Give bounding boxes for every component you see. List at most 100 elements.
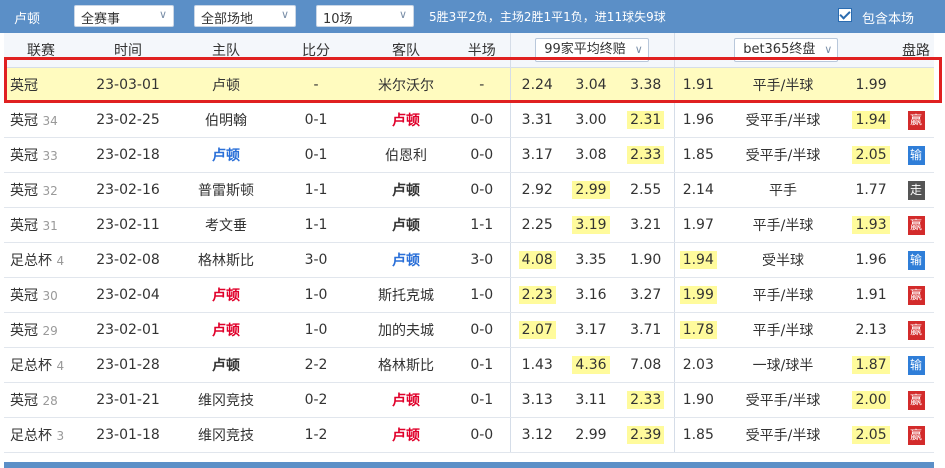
round-number: 4 <box>56 254 65 268</box>
away-team[interactable]: 卢顿 <box>392 428 420 444</box>
odds-value: 3.11 <box>575 392 607 408</box>
home-water-cell: 1.78 <box>674 312 723 348</box>
competition-select[interactable]: 全赛事 ∨ <box>74 5 174 27</box>
away-cell: 米尔沃尔 <box>358 67 454 103</box>
include-current-checkbox[interactable] <box>838 8 852 22</box>
home-team[interactable]: 伯明翰 <box>205 113 247 129</box>
away-team[interactable]: 加的夫城 <box>378 323 434 339</box>
odds-company-select[interactable]: 99家平均终赔 ∨ <box>535 38 649 62</box>
odds-cell: 2.33 <box>618 137 675 173</box>
current-match-row[interactable]: 英冠 23-03-01 卢顿 - 米尔沃尔 - 2.24 3.04 3.38 1.91 平手/半球 1… <box>4 67 935 103</box>
away-cell: 斯托克城 <box>358 277 454 313</box>
home-water-cell: 1.85 <box>674 417 723 453</box>
away-water: 1.96 <box>855 252 887 268</box>
table-row[interactable]: 英冠 32 23-02-16 普雷斯顿 1-1 卢顿 0-0 2.92 2.99 2.55 2.1… <box>4 172 935 208</box>
half-score: 0-0 <box>470 427 494 443</box>
home-team[interactable]: 考文垂 <box>205 218 247 234</box>
home-water: 1.85 <box>682 147 714 163</box>
away-team[interactable]: 卢顿 <box>392 113 420 129</box>
away-team[interactable]: 卢顿 <box>392 183 420 199</box>
home-water-cell: 2.03 <box>674 347 723 383</box>
table-row[interactable]: 英冠 30 23-02-04 卢顿 1-0 斯托克城 1-0 2.23 3.16 3.27 1.9… <box>4 277 935 313</box>
table-row[interactable]: 足总杯 4 23-01-28 卢顿 2-2 格林斯比 0-1 1.43 4.36 7.08 2.0… <box>4 347 935 383</box>
away-water-cell: 1.96 <box>844 242 899 278</box>
footer-bar <box>4 462 934 468</box>
odds-cell: 3.11 <box>564 382 618 418</box>
home-water-cell: 2.14 <box>674 172 723 208</box>
result-cell: 赢 <box>898 312 935 348</box>
league-cell: 足总杯 3 <box>4 417 78 453</box>
away-team[interactable]: 伯恩利 <box>385 148 427 164</box>
away-water-cell: 1.77 <box>844 172 899 208</box>
odds-cell: 3.27 <box>618 277 675 313</box>
away-cell: 卢顿 <box>358 382 454 418</box>
include-current-label[interactable]: 包含本场 <box>862 8 914 27</box>
handicap-line: 平手/半球 <box>752 218 814 234</box>
round-number: 29 <box>42 324 58 338</box>
table-row[interactable]: 英冠 28 23-01-21 维冈竞技 0-2 卢顿 0-1 3.13 3.11 2.33 1.9… <box>4 382 935 418</box>
match-date: 23-02-08 <box>96 252 160 268</box>
half-cell: 0-1 <box>454 382 511 418</box>
chevron-down-icon: ∨ <box>280 8 289 21</box>
home-team[interactable]: 格林斯比 <box>198 253 254 269</box>
home-team[interactable]: 维冈竞技 <box>198 393 254 409</box>
odds-value: 2.24 <box>521 77 553 93</box>
odds-value: 4.08 <box>518 251 556 269</box>
table-row[interactable]: 足总杯 3 23-01-18 维冈竞技 1-2 卢顿 0-0 3.12 2.99 2.39 1.8… <box>4 417 935 453</box>
league-name: 足总杯 <box>10 253 52 269</box>
home-team[interactable]: 卢顿 <box>212 288 240 304</box>
home-water: 1.99 <box>679 286 717 304</box>
handicap-line: 平手/半球 <box>752 78 814 94</box>
table-row[interactable]: 足总杯 4 23-02-08 格林斯比 3-0 卢顿 3-0 4.08 3.35 1.90 1.9… <box>4 242 935 278</box>
match-count-select[interactable]: 10场 ∨ <box>316 5 414 27</box>
odds-value: 3.71 <box>630 322 662 338</box>
odds-cell: 3.35 <box>564 242 618 278</box>
home-water: 2.14 <box>682 182 714 198</box>
handicap-cell: 受平手/半球 <box>722 102 845 138</box>
odds-value: 3.08 <box>575 147 607 163</box>
home-cell: 考文垂 <box>178 207 274 243</box>
away-team[interactable]: 格林斯比 <box>378 358 434 374</box>
odds-cell: 3.00 <box>564 102 618 138</box>
match-date: 23-03-01 <box>96 77 160 93</box>
table-row[interactable]: 英冠 34 23-02-25 伯明翰 0-1 卢顿 0-0 3.31 3.00 2.31 1.96… <box>4 102 935 138</box>
result-badge: 输 <box>907 355 925 375</box>
odds-cell: 1.43 <box>510 347 564 383</box>
odds-cell: 2.24 <box>510 67 564 103</box>
date-cell: 23-02-16 <box>78 172 178 208</box>
table-row[interactable]: 英冠 31 23-02-11 考文垂 1-1 卢顿 1-1 2.25 3.19 3.21 1.97… <box>4 207 935 243</box>
away-team[interactable]: 卢顿 <box>392 393 420 409</box>
away-team[interactable]: 米尔沃尔 <box>378 78 434 94</box>
odds-cell: 2.99 <box>564 172 618 208</box>
handicap-cell: 平手 <box>722 172 845 208</box>
odds-value: 2.23 <box>518 286 556 304</box>
venue-select[interactable]: 全部场地 ∨ <box>194 5 296 27</box>
league-name: 英冠 <box>10 78 38 94</box>
away-water: 1.93 <box>852 216 890 234</box>
home-water-cell: 1.97 <box>674 207 723 243</box>
odds-value: 7.08 <box>630 357 662 373</box>
away-team[interactable]: 卢顿 <box>392 218 420 234</box>
away-team[interactable]: 斯托克城 <box>378 288 434 304</box>
away-team[interactable]: 卢顿 <box>392 253 420 269</box>
round-number: 3 <box>56 429 65 443</box>
home-team[interactable]: 卢顿 <box>212 148 240 164</box>
away-water: 1.87 <box>852 356 890 374</box>
odds-cell: 7.08 <box>618 347 675 383</box>
bet-company-select[interactable]: bet365终盘 ∨ <box>734 38 839 62</box>
home-team[interactable]: 卢顿 <box>212 78 240 94</box>
half-score: 0-1 <box>470 357 494 373</box>
score-cell: 1-0 <box>274 312 358 348</box>
odds-cell: 1.90 <box>618 242 675 278</box>
handicap-cell: 受平手/半球 <box>722 382 845 418</box>
home-team[interactable]: 卢顿 <box>212 323 240 339</box>
filter-toolbar: 卢顿 全赛事 ∨ 全部场地 ∨ 10场 ∨ 5胜3平2负，主场2胜1平1负，进1… <box>0 0 945 33</box>
table-row[interactable]: 英冠 29 23-02-01 卢顿 1-0 加的夫城 0-0 2.07 3.17 3.71 1.7… <box>4 312 935 348</box>
table-row[interactable]: 英冠 33 23-02-18 卢顿 0-1 伯恩利 0-0 3.17 3.08 2.33 1.85… <box>4 137 935 173</box>
home-team[interactable]: 维冈竞技 <box>198 428 254 444</box>
venue-select-value: 全部场地 <box>201 12 254 27</box>
home-team[interactable]: 卢顿 <box>212 358 240 374</box>
home-team[interactable]: 普雷斯顿 <box>198 183 254 199</box>
odds-value: 3.35 <box>575 252 607 268</box>
bet-company-select-value: bet365终盘 <box>743 42 816 57</box>
